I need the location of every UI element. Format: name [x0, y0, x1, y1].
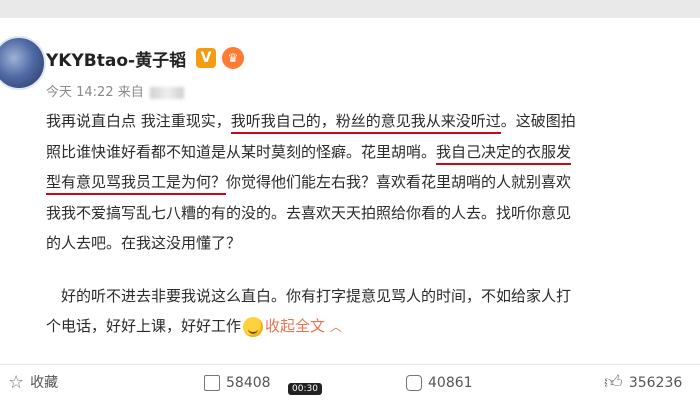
- vip-crown-icon: ♛: [222, 47, 244, 69]
- collapse-link[interactable]: 收起全文: [265, 317, 325, 335]
- paragraph-2: 好的听不进去非要我说这么直白。你有打字提意见骂人的时间，不如给家人打 个电话，好…: [46, 281, 696, 342]
- favorite-label: 收藏: [30, 375, 59, 391]
- favorite-button[interactable]: ☆ 收藏: [8, 366, 58, 400]
- comment-button[interactable]: 40861: [406, 366, 473, 400]
- avatar[interactable]: [0, 36, 46, 90]
- highlight-1: 我听我自己的，粉丝的意见我从来没听过: [230, 112, 501, 134]
- like-count: 356236: [628, 375, 683, 391]
- star-icon: ☆: [8, 372, 25, 393]
- top-band: [0, 0, 700, 18]
- text: 你觉得他们能左右我？喜欢看花里胡哨的人就别喜欢: [226, 173, 572, 191]
- highlight-2: 我自己决定的衣服发: [436, 142, 572, 165]
- repost-button[interactable]: 58408: [204, 366, 271, 400]
- content-line-2: 照比谁快谁好看都不知道是从某时莫刻的怪癖。花里胡哨。我自己决定的衣服发: [46, 137, 696, 168]
- text: 个电话，好好上课，好好工作: [46, 317, 242, 335]
- post-meta: 今天 14:22 来自: [46, 81, 184, 100]
- blurred-source: [149, 86, 184, 99]
- repost-icon: [204, 375, 220, 391]
- thumbs-up-icon: 👍︎: [604, 372, 623, 393]
- content-line-7: 个电话，好好上课，好好工作 收起全文 ︿: [46, 311, 696, 342]
- repost-count: 58408: [226, 375, 271, 391]
- like-button[interactable]: 👍︎ 356236: [604, 366, 682, 400]
- comment-icon: [406, 375, 422, 391]
- text: 。这破图拍: [500, 112, 576, 130]
- post-content: 我再说直白点 我注重现实，我听我自己的，粉丝的意见我从来没听过。这破图拍 照比谁…: [46, 106, 696, 342]
- highlight-3: 型有意见骂我员工是为何？: [46, 173, 227, 195]
- text: 我我不爱搞写乱七八糟的有的没的。去喜欢天天拍照给你看的人去。找听你意见: [46, 203, 572, 222]
- content-line-3: 型有意见骂我员工是为何？你觉得他们能左右我？喜欢看花里胡哨的人就别喜欢: [46, 167, 696, 198]
- content-line-5: 的人去吧。在我这没用懂了？: [46, 228, 696, 259]
- video-timestamp: 00:30: [288, 383, 322, 395]
- content-line-4: 我我不爱搞写乱七八糟的有的没的。去喜欢天天拍照给你看的人去。找听你意见: [46, 198, 696, 229]
- content-line-6: 好的听不进去非要我说这么直白。你有打字提意见骂人的时间，不如给家人打: [46, 281, 696, 312]
- content-line-1: 我再说直白点 我注重现实，我听我自己的，粉丝的意见我从来没听过。这破图拍: [46, 106, 696, 137]
- post-time-source: 今天 14:22 来自: [46, 85, 144, 100]
- comment-count: 40861: [428, 375, 473, 391]
- text: 好的听不进去非要我说这么直白。你有打字提意见骂人的时间，不如给家人打: [61, 286, 572, 305]
- action-bar: ☆ 收藏 58408 40861 👍︎ 356236: [0, 366, 700, 400]
- chevron-up-icon[interactable]: ︿: [330, 320, 342, 334]
- username[interactable]: YKYBtao-黄子韬: [46, 46, 186, 71]
- smile-emoji-icon: [243, 316, 264, 337]
- verified-v-icon: V: [196, 48, 216, 68]
- text: 的人去吧。在我这没用懂了？: [46, 234, 242, 252]
- divider: [0, 364, 700, 365]
- text: 我再说直白点 我注重现实，: [46, 112, 231, 130]
- text: 照比谁快谁好看都不知道是从某时莫刻的怪癖。花里胡哨。: [46, 142, 437, 161]
